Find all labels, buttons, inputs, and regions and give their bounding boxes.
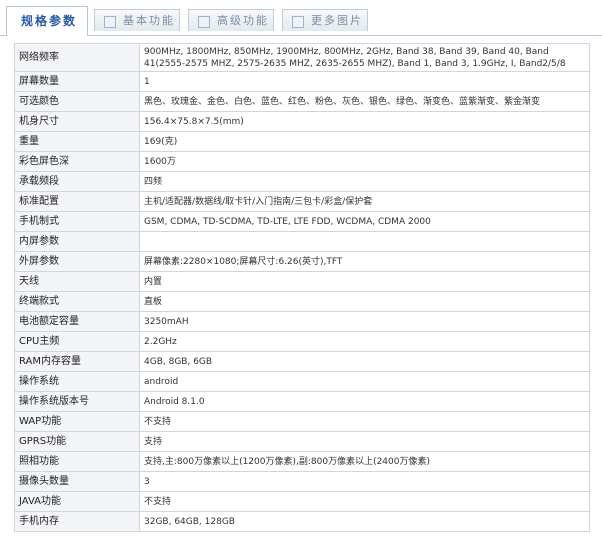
table-row: 机身尺寸 156.4×75.8×7.5(mm) (14, 111, 590, 132)
table-row: 网络频率 900MHz, 1800MHz, 850MHz, 1900MHz, 80… (14, 43, 590, 72)
spec-value: 900MHz, 1800MHz, 850MHz, 1900MHz, 800MHz… (139, 43, 590, 72)
tab-advanced-functions-label: 高级功能 (217, 14, 269, 27)
spec-value: 3 (139, 471, 590, 492)
spec-key: WAP功能 (14, 411, 140, 432)
spec-value: 支持,主:800万像素以上(1200万像素),副:800万像素以上(2400万像… (139, 451, 590, 472)
table-row: JAVA功能 不支持 (14, 491, 590, 512)
table-row: 屏幕数量 1 (14, 71, 590, 92)
table-row: GPRS功能 支持 (14, 431, 590, 452)
table-row: 手机内存 32GB, 64GB, 128GB (14, 511, 590, 532)
spec-value: 1600万 (139, 151, 590, 172)
spec-key: 内屏参数 (14, 231, 140, 252)
spec-value: 2.2GHz (139, 331, 590, 352)
spec-key: 电池额定容量 (14, 311, 140, 332)
spec-key: 彩色屏色深 (14, 151, 140, 172)
spec-value: 四频 (139, 171, 590, 192)
table-row: WAP功能 不支持 (14, 411, 590, 432)
spec-value: android (139, 371, 590, 392)
spec-key: 标准配置 (14, 191, 140, 212)
table-row: 重量 169(克) (14, 131, 590, 152)
spec-value: 3250mAH (139, 311, 590, 332)
spec-value: 169(克) (139, 131, 590, 152)
spec-value: 32GB, 64GB, 128GB (139, 511, 590, 532)
table-row: 外屏参数 屏幕像素:2280×1080;屏幕尺寸:6.26(英寸),TFT (14, 251, 590, 272)
table-row: 操作系统 android (14, 371, 590, 392)
tab-bar: 规格参数 基本功能 高级功能 更多图片 (0, 0, 602, 36)
table-row: 彩色屏色深 1600万 (14, 151, 590, 172)
tab-icon (198, 16, 210, 28)
spec-value: 黑色、玫瑰金、金色、白色、蓝色、红色、粉色、灰色、银色、绿色、渐变色、蓝紫渐变、… (139, 91, 590, 112)
table-row: 电池额定容量 3250mAH (14, 311, 590, 332)
table-row: 照相功能 支持,主:800万像素以上(1200万像素),副:800万像素以上(24… (14, 451, 590, 472)
spec-key: 手机内存 (14, 511, 140, 532)
spec-key: 屏幕数量 (14, 71, 140, 92)
spec-value: Android 8.1.0 (139, 391, 590, 412)
tab-basic-functions[interactable]: 基本功能 (94, 9, 180, 31)
spec-value: 主机/适配器/数据线/取卡针/入门指南/三包卡/彩盒/保护套 (139, 191, 590, 212)
spec-value: 1 (139, 71, 590, 92)
spec-key: 操作系统 (14, 371, 140, 392)
spec-value (139, 231, 590, 252)
spec-key: 外屏参数 (14, 251, 140, 272)
spec-value: 不支持 (139, 491, 590, 512)
table-row: 操作系统版本号 Android 8.1.0 (14, 391, 590, 412)
spec-key: 可选颜色 (14, 91, 140, 112)
spec-value: 4GB, 8GB, 6GB (139, 351, 590, 372)
table-row: 终端款式 直板 (14, 291, 590, 312)
tab-specs[interactable]: 规格参数 (6, 6, 88, 36)
spec-value: 直板 (139, 291, 590, 312)
table-row: 手机制式 GSM, CDMA, TD-SCDMA, TD-LTE, LTE FDD… (14, 211, 590, 232)
spec-key: 摄像头数量 (14, 471, 140, 492)
tab-more-images-label: 更多图片 (311, 14, 363, 27)
spec-table: 网络频率 900MHz, 1800MHz, 850MHz, 1900MHz, 80… (14, 43, 590, 532)
spec-key: CPU主频 (14, 331, 140, 352)
table-row: 内屏参数 (14, 231, 590, 252)
spec-key: 天线 (14, 271, 140, 292)
spec-key: 网络频率 (14, 43, 140, 72)
tab-advanced-functions[interactable]: 高级功能 (188, 9, 274, 31)
table-row: RAM内存容量 4GB, 8GB, 6GB (14, 351, 590, 372)
spec-value: 内置 (139, 271, 590, 292)
tab-icon (292, 16, 304, 28)
spec-key: 手机制式 (14, 211, 140, 232)
spec-value: 支持 (139, 431, 590, 452)
spec-key: GPRS功能 (14, 431, 140, 452)
tab-basic-functions-label: 基本功能 (123, 14, 175, 27)
table-row: CPU主频 2.2GHz (14, 331, 590, 352)
table-row: 摄像头数量 3 (14, 471, 590, 492)
table-row: 天线 内置 (14, 271, 590, 292)
spec-key: 终端款式 (14, 291, 140, 312)
spec-key: 照相功能 (14, 451, 140, 472)
spec-value: GSM, CDMA, TD-SCDMA, TD-LTE, LTE FDD, WC… (139, 211, 590, 232)
table-row: 承载频段 四频 (14, 171, 590, 192)
spec-key: 机身尺寸 (14, 111, 140, 132)
spec-key: 承载频段 (14, 171, 140, 192)
table-row: 标准配置 主机/适配器/数据线/取卡针/入门指南/三包卡/彩盒/保护套 (14, 191, 590, 212)
spec-value: 不支持 (139, 411, 590, 432)
spec-key: 重量 (14, 131, 140, 152)
spec-key: RAM内存容量 (14, 351, 140, 372)
spec-key: JAVA功能 (14, 491, 140, 512)
spec-value: 156.4×75.8×7.5(mm) (139, 111, 590, 132)
table-row: 可选颜色 黑色、玫瑰金、金色、白色、蓝色、红色、粉色、灰色、银色、绿色、渐变色、蓝… (14, 91, 590, 112)
tab-specs-label: 规格参数 (21, 14, 78, 28)
tab-icon (104, 16, 116, 28)
tab-more-images[interactable]: 更多图片 (282, 9, 368, 31)
spec-value: 屏幕像素:2280×1080;屏幕尺寸:6.26(英寸),TFT (139, 251, 590, 272)
spec-key: 操作系统版本号 (14, 391, 140, 412)
